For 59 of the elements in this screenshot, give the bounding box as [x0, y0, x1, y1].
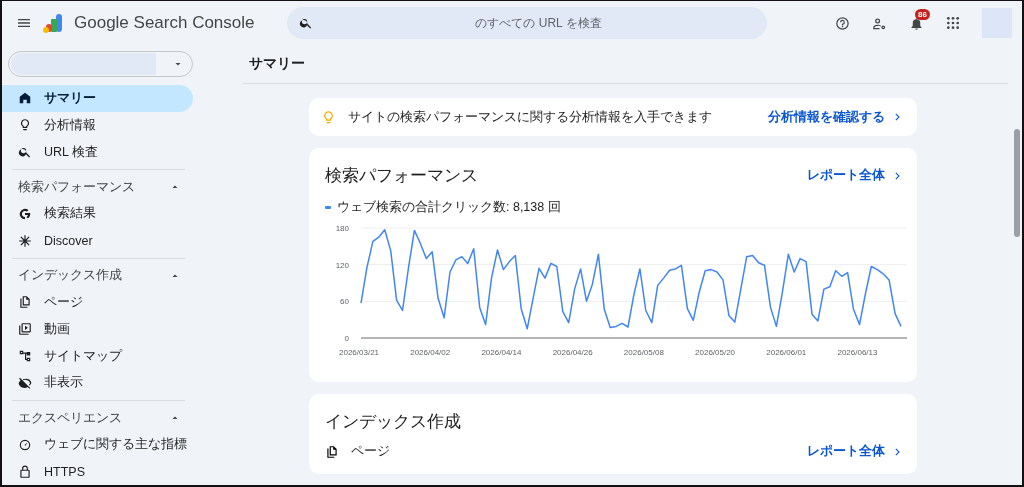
- nav-item[interactable]: ページ: [2, 288, 193, 316]
- section-header[interactable]: 検索パフォーマンス: [2, 174, 207, 201]
- banner-text: サイトの検索パフォーマンスに関する分析情報を入手できます: [348, 108, 713, 126]
- asterisk-icon: [18, 233, 32, 248]
- hidden-eye-icon: [18, 375, 32, 390]
- sitemap-icon: [18, 349, 32, 364]
- apps-button[interactable]: [946, 16, 960, 30]
- lightbulb-icon: [321, 109, 336, 125]
- axis-label: 2026/06/13: [837, 348, 878, 357]
- lightbulb-icon: [18, 118, 32, 133]
- help-icon: [835, 15, 850, 31]
- legend-text: ウェブ検索の合計クリック数: 8,138 回: [337, 199, 561, 216]
- axis-label: 60: [340, 297, 349, 307]
- help-button[interactable]: [835, 15, 850, 31]
- insights-link[interactable]: 分析情報を確認する: [768, 108, 905, 126]
- app-title: Google Search Console: [74, 13, 255, 33]
- logo-icon: [42, 12, 64, 34]
- nav-item[interactable]: 動画: [2, 315, 193, 343]
- search-field[interactable]: のすべての URL を検査: [286, 7, 767, 39]
- padlock-icon: [18, 464, 32, 479]
- notification-badge: 86: [915, 8, 930, 20]
- home-icon: [18, 91, 32, 106]
- axis-label: 2026/04/14: [481, 348, 522, 357]
- axis-label: 2026/04/26: [552, 348, 593, 357]
- axis-label: 2026/03/21: [339, 348, 380, 357]
- nav-item[interactable]: ウェブに関する主な指標: [2, 431, 193, 459]
- video-icon: [18, 322, 32, 337]
- pages-icon: [18, 295, 32, 310]
- search-icon: [18, 145, 32, 159]
- nav-item[interactable]: 検索結果: [2, 200, 193, 228]
- nav-item[interactable]: URL 検査: [2, 138, 193, 166]
- section-header[interactable]: インデックス作成: [2, 263, 207, 289]
- axis-label: 180: [335, 224, 349, 233]
- search-icon: [298, 16, 313, 30]
- full-report-link[interactable]: レポート全体: [807, 443, 905, 460]
- card-title: 検索パフォーマンス: [325, 165, 478, 187]
- legend-marker: [325, 206, 331, 209]
- axis-label: 0: [344, 334, 349, 343]
- page-title: サマリー: [243, 45, 1008, 84]
- axis-label: 2026/06/01: [766, 348, 807, 357]
- card-title: インデックス作成: [325, 411, 461, 433]
- axis-label: 120: [335, 260, 349, 270]
- scrollbar[interactable]: [1014, 129, 1020, 237]
- section-header[interactable]: エクスペリエンス: [2, 405, 207, 432]
- pages-icon: [325, 444, 339, 459]
- gauge-icon: [18, 437, 32, 452]
- nav-item[interactable]: サマリー: [2, 84, 193, 112]
- row-label: ページ: [351, 443, 391, 460]
- axis-label: 2026/04/02: [410, 348, 451, 357]
- grid-icon: [946, 16, 960, 30]
- nav-item[interactable]: Discover: [2, 227, 193, 255]
- nav-item[interactable]: 分析情報: [2, 111, 193, 139]
- nav-item[interactable]: 非表示: [2, 369, 193, 397]
- nav-item[interactable]: サイトマップ: [2, 342, 193, 370]
- full-report-link[interactable]: レポート全体: [807, 167, 905, 184]
- axis-label: 2026/05/20: [695, 348, 736, 357]
- nav-item[interactable]: HTTPS: [2, 458, 193, 485]
- g-letter-icon: [18, 206, 32, 221]
- axis-label: 2026/05/08: [623, 348, 664, 357]
